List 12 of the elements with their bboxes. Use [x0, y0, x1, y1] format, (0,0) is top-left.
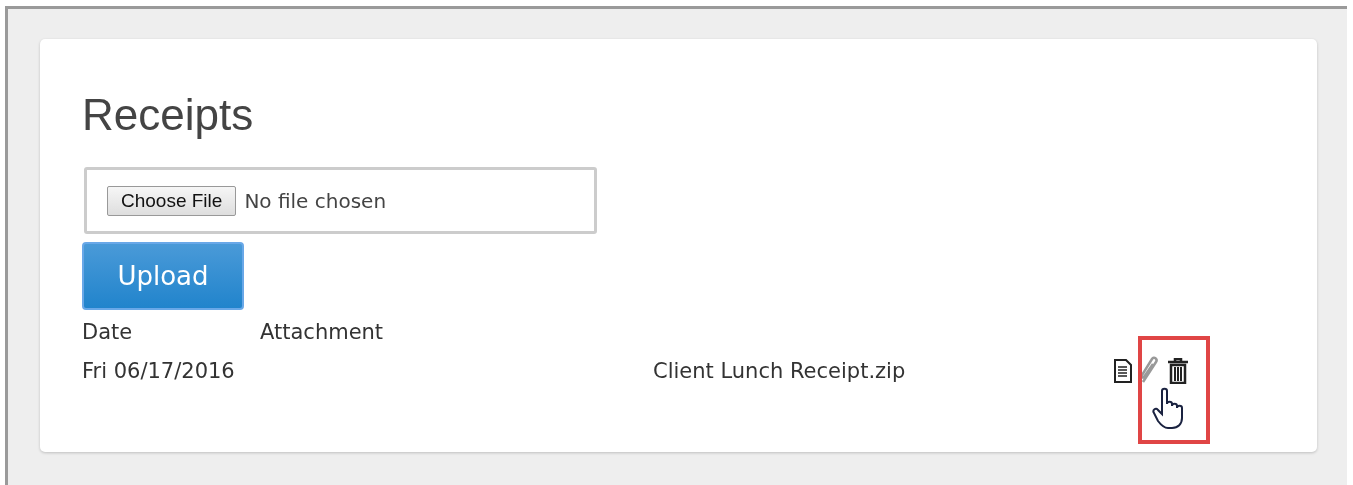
file-status-text: No file chosen — [244, 188, 387, 213]
column-header: Attachment — [260, 320, 385, 344]
hand-cursor-icon — [1152, 387, 1186, 431]
file-input-field[interactable]: Choose File No file chosen — [84, 167, 597, 234]
attachment-cell-text: Client Lunch Receipt.zip — [653, 359, 907, 383]
date-cell-text: Fri 06/17/2016 — [82, 359, 236, 383]
page-title: Receipts — [82, 89, 255, 141]
column-header: Date — [82, 320, 134, 344]
choose-file-button[interactable]: Choose File — [107, 185, 237, 216]
upload-button[interactable]: Upload — [82, 242, 244, 310]
trash-icon[interactable] — [1167, 358, 1189, 384]
document-icon[interactable] — [1113, 358, 1133, 384]
